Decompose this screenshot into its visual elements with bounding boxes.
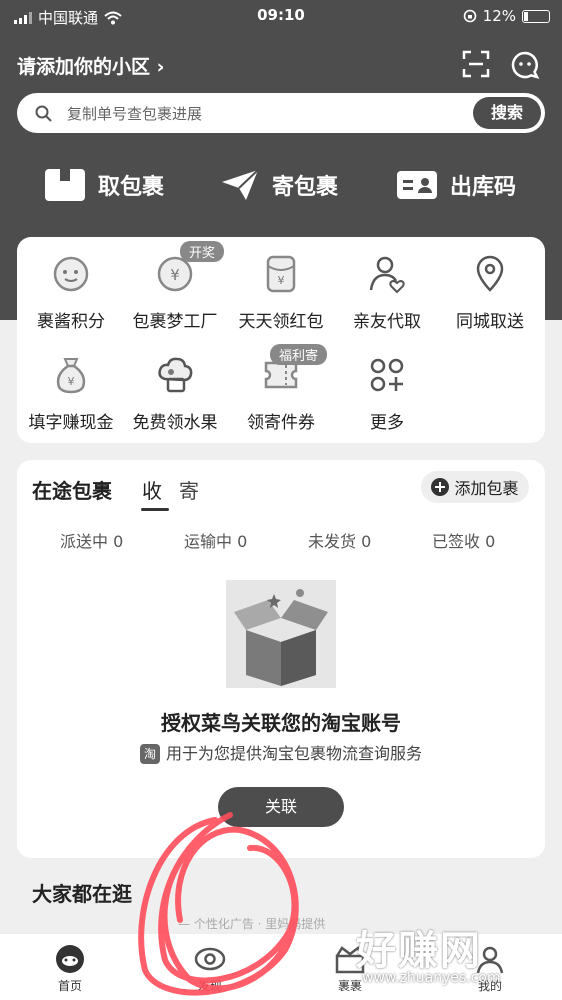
money-bag-icon: ¥	[56, 358, 86, 394]
add-package-label: 添加包裹	[454, 479, 519, 498]
taobao-icon: 淘	[139, 744, 160, 764]
svg-text:¥: ¥	[68, 375, 75, 388]
battery-icon	[522, 9, 550, 23]
service-dream-factory[interactable]: ¥ 包裹梦工厂	[122, 254, 228, 332]
service-free-fruit[interactable]: 免费领水果	[122, 355, 228, 433]
search-input[interactable]: 复制单号查包裹进展	[67, 103, 202, 124]
lottery-badge: 开奖	[180, 241, 225, 262]
home-mascot-icon	[56, 945, 84, 973]
auth-title: 授权菜鸟关联您的淘宝账号	[161, 711, 401, 735]
pickup-package-button[interactable]: 取包裹	[44, 165, 164, 205]
add-package-button[interactable]: 添加包裹	[421, 471, 529, 503]
stat-delivering[interactable]: 派送中 0	[60, 528, 123, 552]
service-more[interactable]: 更多	[334, 355, 440, 433]
quick-action-label: 取包裹	[98, 175, 165, 200]
search-bar[interactable]: 复制单号查包裹进展 搜索	[17, 93, 545, 133]
tab-label: 首页	[57, 979, 82, 993]
welfare-badge: 福利寄	[270, 344, 328, 365]
outbound-code-button[interactable]: 出库码	[396, 165, 516, 205]
watermark-url: www.zhuanyes.com	[362, 970, 501, 986]
stat-not-shipped[interactable]: 未发货 0	[308, 528, 371, 552]
svg-text:¥: ¥	[278, 274, 285, 287]
location-pin-icon	[476, 255, 504, 292]
search-icon	[35, 105, 52, 122]
person-heart-icon	[369, 256, 405, 294]
service-label: 同城取送	[456, 312, 524, 332]
plus-circle-icon	[431, 478, 450, 496]
service-points[interactable]: 裹酱积分	[18, 254, 124, 332]
tab-send[interactable]: 寄	[179, 475, 199, 504]
service-red-envelope[interactable]: ¥ 天天领红包	[228, 254, 334, 332]
community-selector[interactable]: 请添加你的小区 ›	[17, 52, 164, 79]
battery-group: 12%	[463, 7, 550, 25]
watermark-logo: 好赚网	[356, 928, 482, 974]
send-package-button[interactable]: 寄包裹	[220, 165, 338, 205]
service-shipping-coupon[interactable]: 领寄件券	[228, 355, 334, 433]
status-bar: 中国联通 09:10 12%	[0, 0, 562, 32]
battery-percent: 12%	[482, 7, 516, 25]
box-icon	[45, 169, 85, 201]
stat-signed[interactable]: 已签收 0	[432, 528, 495, 552]
empty-box-illustration	[226, 580, 336, 688]
search-button[interactable]: 搜索	[473, 97, 541, 129]
service-label: 领寄件券	[247, 413, 315, 433]
stat-in-transit[interactable]: 运输中 0	[184, 528, 247, 552]
service-label: 裹酱积分	[37, 312, 105, 332]
service-label: 亲友代取	[353, 312, 421, 332]
message-icon[interactable]	[510, 50, 540, 80]
fruit-tree-icon	[158, 357, 193, 393]
packages-title: 在途包裹	[32, 479, 112, 503]
tab-indicator	[141, 508, 169, 511]
quick-action-label: 寄包裹	[272, 175, 339, 200]
paper-plane-icon	[222, 169, 259, 200]
service-label: 天天领红包	[238, 312, 324, 332]
mascot-icon	[53, 256, 89, 292]
service-label: 包裹梦工厂	[132, 312, 218, 332]
tab-receive[interactable]: 收	[142, 475, 162, 504]
red-envelope-icon: ¥	[266, 255, 296, 293]
auth-subtitle: 淘用于为您提供淘宝包裹物流查询服务	[0, 740, 562, 764]
service-city-delivery[interactable]: 同城取送	[437, 254, 543, 332]
rotation-lock-icon	[463, 9, 476, 23]
tab-home[interactable]: 首页	[30, 944, 110, 994]
auth-subtitle-text: 用于为您提供淘宝包裹物流查询服务	[165, 744, 422, 763]
svg-text:¥: ¥	[170, 266, 180, 284]
browse-title: 大家都在逛	[32, 882, 132, 906]
grid-plus-icon	[370, 358, 404, 392]
quick-action-label: 出库码	[450, 175, 517, 200]
service-label: 更多	[370, 413, 404, 433]
service-crossword-cash[interactable]: ¥ 填字赚现金	[18, 355, 124, 433]
scan-icon[interactable]	[462, 50, 490, 78]
service-label: 免费领水果	[132, 413, 218, 433]
service-proxy-pickup[interactable]: 亲友代取	[334, 254, 440, 332]
service-label: 填字赚现金	[28, 413, 114, 433]
id-card-icon	[397, 171, 437, 199]
red-scribble-annotation	[138, 812, 299, 996]
